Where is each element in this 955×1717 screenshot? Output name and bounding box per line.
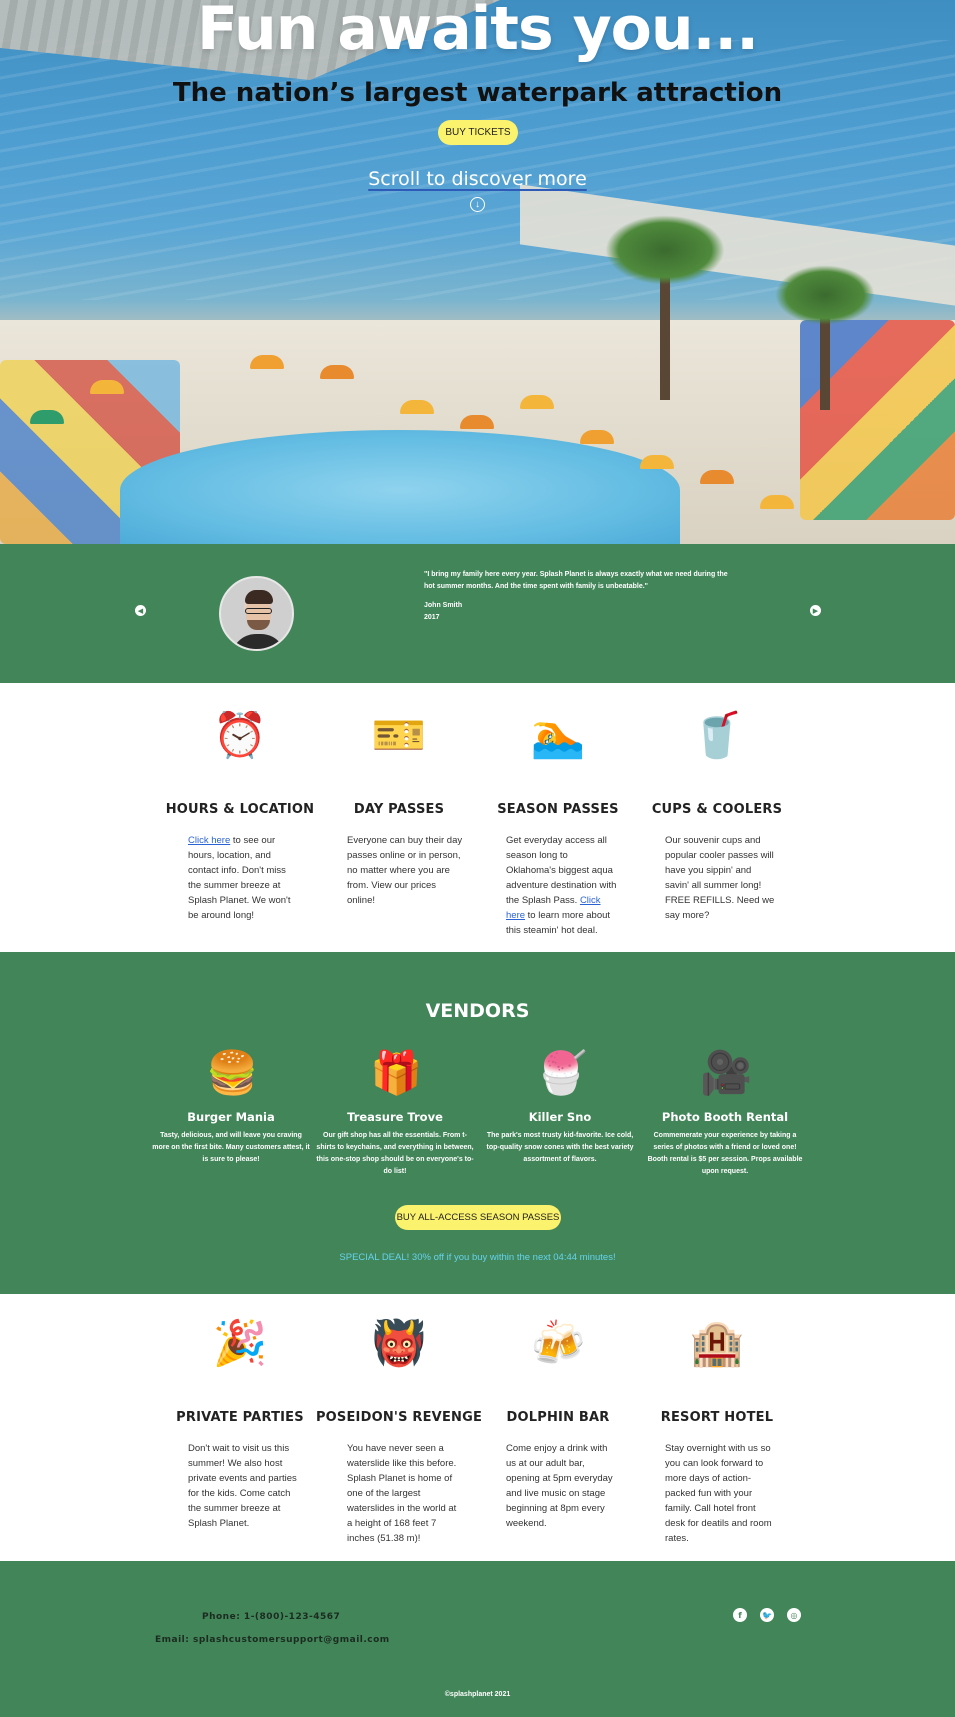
feature-title: PRIVATE PARTIES	[176, 1410, 304, 1425]
buy-tickets-button[interactable]: BUY TICKETS	[438, 120, 518, 145]
tickets-icon: 🎫	[371, 710, 427, 761]
features-bottom-section: 🎉 PRIVATE PARTIES Don't wait to visit us…	[0, 1294, 955, 1561]
testimonial-section: ◀ "I bring my family here every year. Sp…	[0, 544, 955, 683]
feature-text: Come enjoy a drink with us at our adult …	[506, 1443, 613, 1529]
feature-title: RESORT HOTEL	[660, 1410, 774, 1425]
arrow-down-circle-icon[interactable]: ↓	[470, 197, 485, 212]
feature-text: Don't wait to visit us this summer! We a…	[188, 1443, 297, 1529]
features-top-section: ⏰ HOURS & LOCATION Click here to see our…	[0, 683, 955, 953]
feature-title: SEASON PASSES	[497, 802, 619, 817]
feature-title: HOURS & LOCATION	[165, 802, 315, 817]
vendor-name: Photo Booth Rental	[661, 1110, 789, 1124]
feature-text: Everyone can buy their day passes online…	[347, 835, 463, 906]
copyright: ©splashplanet 2021	[444, 1691, 511, 1698]
devil-icon: 👹	[371, 1318, 427, 1369]
special-deal-text: SPECIAL DEAL! 30% off if you buy within …	[339, 1252, 616, 1263]
hamburger-icon: 🍔	[206, 1048, 259, 1097]
hero-umbrella	[700, 470, 734, 484]
vendors-title: VENDORS	[425, 1000, 530, 1022]
vendor-desc: Commemerate your experience by taking a …	[647, 1132, 803, 1175]
hero-title: Fun awaits you...	[197, 0, 759, 64]
vendor-desc: The park's most trusty kid-favorite. Ice…	[486, 1132, 634, 1163]
chevron-right-icon[interactable]: ▶	[810, 605, 821, 616]
hours-click-here-link[interactable]: Click here	[188, 835, 230, 846]
buy-season-passes-button[interactable]: BUY ALL-ACCESS SEASON PASSES	[395, 1205, 561, 1230]
scroll-prompt: Scroll to discover more	[0, 168, 955, 190]
vendor-desc: Tasty, delicious, and will leave you cra…	[152, 1132, 310, 1163]
hotel-icon: 🏨	[689, 1318, 745, 1369]
hero-umbrella	[520, 395, 554, 409]
hero-palm-leaves	[605, 215, 725, 285]
testimonial-name: John Smith	[424, 602, 463, 609]
footer-email: Email: splashcustomersupport@gmail.com	[155, 1635, 390, 1645]
vendor-desc: Our gift shop has all the essentials. Fr…	[316, 1132, 474, 1175]
gift-icon: 🎁	[370, 1048, 423, 1097]
movie-camera-icon: 🎥	[700, 1048, 753, 1097]
avatar	[219, 576, 294, 651]
hero-umbrella	[580, 430, 614, 444]
feature-text: Get everyday access all season long to O…	[506, 835, 617, 936]
vendors-section: VENDORS 🍔 Burger Mania Tasty, delicious,…	[0, 952, 955, 1294]
testimonial-year: 2017	[424, 614, 440, 621]
party-popper-icon: 🎉	[212, 1318, 268, 1369]
feature-title: DOLPHIN BAR	[506, 1410, 610, 1425]
alarm-clock-icon: ⏰	[212, 710, 268, 761]
hero-umbrella	[400, 400, 434, 414]
swimmer-icon: 🏊	[530, 710, 586, 761]
testimonial-quote: "I bring my family here every year. Spla…	[424, 571, 728, 590]
instagram-icon[interactable]: ◎	[787, 1608, 801, 1622]
beer-mugs-icon: 🍻	[530, 1318, 586, 1369]
facebook-icon[interactable]: f	[733, 1608, 747, 1622]
vendor-name: Treasure Trove	[347, 1110, 443, 1124]
cup-icon: 🥤	[689, 710, 745, 761]
feature-title: DAY PASSES	[353, 802, 445, 817]
footer-phone: Phone: 1-(800)-123-4567	[202, 1612, 341, 1622]
hero-pool	[120, 430, 680, 544]
hero-subtitle: The nation’s largest waterpark attractio…	[172, 78, 783, 108]
scroll-link[interactable]: Scroll to discover more	[368, 168, 587, 190]
vendor-name: Killer Sno	[528, 1110, 592, 1124]
footer: Phone: 1-(800)-123-4567 Email: splashcus…	[0, 1561, 955, 1717]
feature-text: Our souvenir cups and popular cooler pas…	[665, 835, 775, 921]
twitter-icon[interactable]: 🐦	[760, 1608, 774, 1622]
vendor-name: Burger Mania	[187, 1110, 275, 1124]
chevron-left-icon[interactable]: ◀	[135, 605, 146, 616]
hero-umbrella	[460, 415, 494, 429]
feature-text: You have never seen a waterslide like th…	[347, 1443, 457, 1544]
hero-umbrella	[250, 355, 284, 369]
hero-section: Fun awaits you... The nation’s largest w…	[0, 0, 955, 544]
feature-text: Click here to see our hours, location, a…	[188, 835, 291, 921]
feature-text: Stay overnight with us so you can look f…	[665, 1443, 772, 1544]
hero-umbrella	[30, 410, 64, 424]
hero-umbrella	[640, 455, 674, 469]
snow-cone-icon: 🍧	[535, 1048, 588, 1097]
hero-umbrella	[320, 365, 354, 379]
feature-title: POSEIDON'S REVENGE	[315, 1410, 483, 1425]
hero-umbrella	[90, 380, 124, 394]
hero-palm-leaves	[775, 265, 875, 325]
feature-title: CUPS & COOLERS	[651, 802, 783, 817]
hero-umbrella	[760, 495, 794, 509]
